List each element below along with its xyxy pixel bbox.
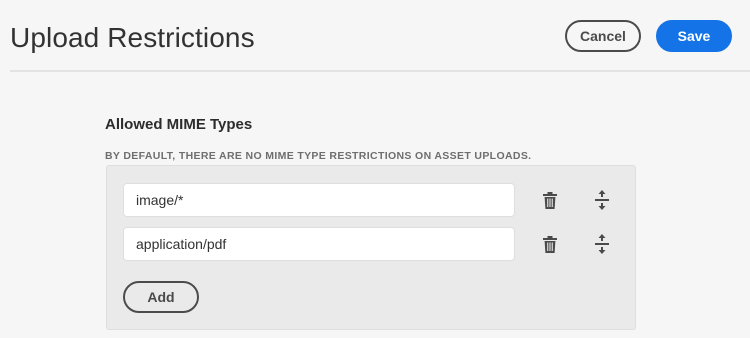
section-description: BY DEFAULT, THERE ARE NO MIME TYPE RESTR… (105, 150, 532, 162)
reorder-icon[interactable] (590, 232, 614, 256)
cancel-button[interactable]: Cancel (565, 20, 641, 52)
trash-icon[interactable] (538, 188, 562, 212)
mime-types-panel: Add (106, 165, 636, 330)
mime-type-row (123, 227, 623, 261)
mime-type-input[interactable] (123, 183, 515, 217)
header-divider (10, 70, 750, 72)
upload-restrictions-page: Upload Restrictions Cancel Save Allowed … (0, 0, 750, 338)
section-title: Allowed MIME Types (105, 116, 253, 133)
reorder-icon[interactable] (590, 188, 614, 212)
trash-icon[interactable] (538, 232, 562, 256)
add-button[interactable]: Add (123, 281, 199, 313)
page-header: Upload Restrictions Cancel Save (0, 0, 750, 72)
save-button[interactable]: Save (656, 20, 732, 52)
mime-type-input[interactable] (123, 227, 515, 261)
page-title: Upload Restrictions (10, 22, 255, 53)
mime-type-row (123, 183, 623, 217)
